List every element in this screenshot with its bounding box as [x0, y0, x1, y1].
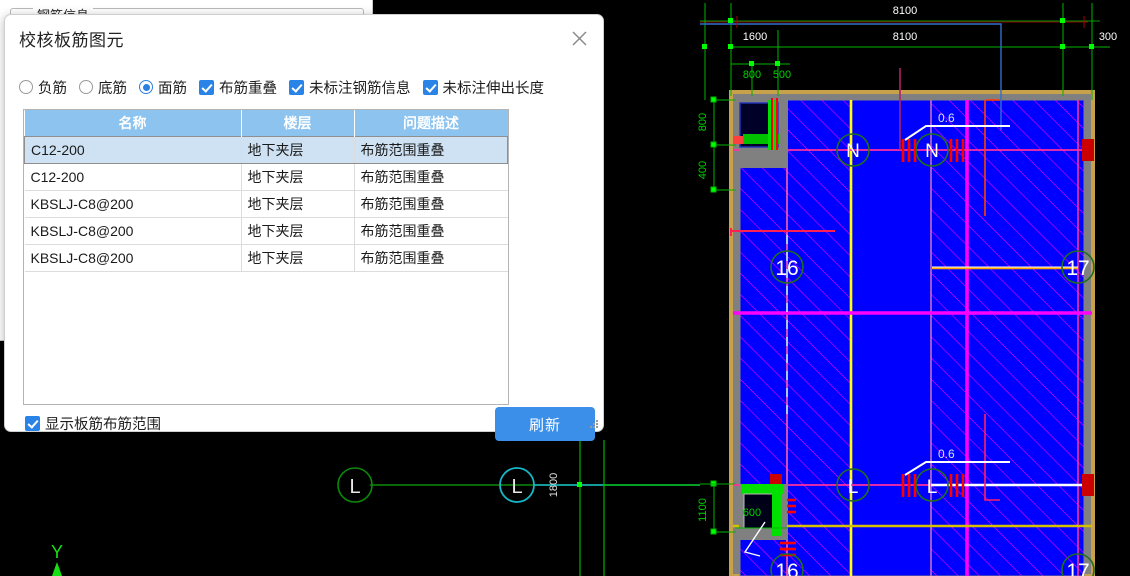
svg-text:L: L — [349, 476, 360, 498]
checkbox-missing-extension-length-label: 未标注伸出长度 — [442, 80, 545, 97]
check-slab-rebar-dialog: 校核板筋图元 负筋 底筋 面筋 布筋重叠 未标注钢筋信息 未标注伸出长度 名称 … — [4, 14, 604, 441]
svg-text:1100: 1100 — [697, 498, 709, 522]
radio-top-rebar[interactable]: 面筋 — [139, 77, 187, 98]
table-body: C12-200 地下夹层 布筋范围重叠 C12-200 地下夹层 布筋范围重叠 … — [24, 136, 508, 272]
svg-text:600: 600 — [743, 507, 761, 519]
checkbox-rebar-overlap[interactable]: 布筋重叠 — [199, 77, 277, 98]
filter-options-row: 负筋 底筋 面筋 布筋重叠 未标注钢筋信息 未标注伸出长度 — [19, 75, 593, 99]
cell-name: C12-200 — [24, 136, 242, 164]
cell-floor: 地下夹层 — [241, 244, 355, 272]
dialog-title: 校核板筋图元 — [19, 31, 124, 50]
svg-text:N: N — [846, 141, 860, 162]
checkbox-missing-extension-length[interactable]: 未标注伸出长度 — [422, 77, 545, 98]
checkbox-show-slab-rebar-range[interactable]: 显示板筋布筋范围 — [25, 413, 161, 434]
svg-text:8100: 8100 — [893, 5, 917, 17]
radio-bottom-rebar-label: 底筋 — [98, 80, 127, 97]
svg-text:400: 400 — [697, 161, 709, 179]
column-header-name[interactable]: 名称 — [24, 110, 242, 137]
svg-text:17: 17 — [1066, 257, 1089, 280]
table-row[interactable]: KBSLJ-C8@200 地下夹层 布筋范围重叠 — [24, 190, 508, 218]
svg-text:17: 17 — [1066, 560, 1089, 576]
svg-text:L: L — [927, 477, 938, 498]
cell-desc: 布筋范围重叠 — [354, 217, 508, 245]
cell-name: KBSLJ-C8@200 — [24, 217, 242, 245]
results-table-container[interactable]: 名称 楼层 问题描述 C12-200 地下夹层 布筋范围重叠 C12-200 地… — [23, 109, 509, 405]
svg-text:L: L — [848, 477, 859, 498]
svg-text:8100: 8100 — [893, 31, 917, 43]
svg-text:L: L — [511, 476, 522, 498]
cell-floor: 地下夹层 — [241, 163, 355, 191]
cell-name: KBSLJ-C8@200 — [24, 244, 242, 272]
checkmark-icon — [422, 79, 438, 95]
radio-top-rebar-label: 面筋 — [158, 80, 187, 97]
checkbox-rebar-overlap-label: 布筋重叠 — [219, 80, 277, 97]
cell-desc: 布筋范围重叠 — [354, 190, 508, 218]
svg-text:16: 16 — [775, 257, 798, 280]
column-header-desc[interactable]: 问题描述 — [354, 110, 508, 137]
checkbox-show-slab-rebar-range-label: 显示板筋布筋范围 — [45, 417, 161, 433]
refresh-button[interactable]: 刷新 — [495, 407, 595, 441]
svg-text:800: 800 — [697, 113, 709, 131]
svg-text:1600: 1600 — [743, 31, 767, 43]
svg-text:N: N — [925, 141, 939, 162]
table-row[interactable]: KBSLJ-C8@200 地下夹层 布筋范围重叠 — [24, 217, 508, 245]
cell-floor: 地下夹层 — [241, 190, 355, 218]
table-row[interactable]: KBSLJ-C8@200 地下夹层 布筋范围重叠 — [24, 244, 508, 272]
cell-name: C12-200 — [24, 163, 242, 191]
radio-icon — [139, 80, 153, 94]
checkmark-icon — [25, 416, 40, 431]
cell-desc: 布筋范围重叠 — [354, 244, 508, 272]
svg-text:1800: 1800 — [548, 473, 560, 497]
svg-text:0.6: 0.6 — [938, 447, 955, 461]
cell-name: KBSLJ-C8@200 — [24, 190, 242, 218]
cell-floor: 地下夹层 — [241, 217, 355, 245]
close-icon[interactable] — [565, 24, 593, 52]
radio-icon — [19, 80, 33, 94]
cell-desc: 布筋范围重叠 — [354, 163, 508, 191]
svg-text:Y: Y — [51, 542, 63, 562]
cell-desc: 布筋范围重叠 — [354, 136, 508, 164]
table-header: 名称 楼层 问题描述 — [24, 110, 508, 137]
radio-negative-rebar[interactable]: 负筋 — [19, 77, 67, 98]
checkmark-icon — [199, 79, 214, 95]
svg-text:800: 800 — [743, 69, 761, 81]
radio-bottom-rebar[interactable]: 底筋 — [79, 77, 127, 98]
radio-icon — [79, 80, 93, 94]
table-row[interactable]: C12-200 地下夹层 布筋范围重叠 — [24, 136, 508, 164]
checkbox-missing-rebar-info[interactable]: 未标注钢筋信息 — [289, 77, 411, 98]
checkbox-missing-rebar-info-label: 未标注钢筋信息 — [309, 80, 411, 97]
svg-text:500: 500 — [773, 69, 791, 81]
svg-text:0.6: 0.6 — [938, 111, 955, 125]
svg-text:16: 16 — [775, 560, 798, 576]
resize-grip[interactable] — [588, 417, 600, 429]
radio-negative-rebar-label: 负筋 — [38, 80, 67, 97]
column-detail-top — [733, 98, 787, 168]
cell-floor: 地下夹层 — [241, 136, 355, 164]
table-row[interactable]: C12-200 地下夹层 布筋范围重叠 — [24, 163, 508, 191]
column-header-floor[interactable]: 楼层 — [241, 110, 355, 137]
results-table: 名称 楼层 问题描述 C12-200 地下夹层 布筋范围重叠 C12-200 地… — [24, 110, 508, 272]
dialog-titlebar[interactable]: 校核板筋图元 — [5, 15, 603, 59]
svg-text:300: 300 — [1099, 31, 1117, 43]
checkmark-icon — [289, 79, 304, 95]
